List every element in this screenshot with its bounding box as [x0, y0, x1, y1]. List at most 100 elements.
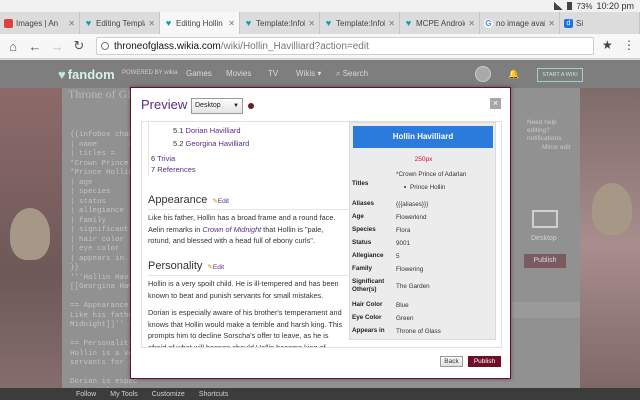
heading-text: Personality [148, 260, 203, 272]
infobox-value: Flowerkind [396, 214, 427, 221]
start-a-wiki-button[interactable]: START A WIKI [537, 68, 583, 82]
fandom-logo-text: fandom [67, 67, 115, 82]
section-edit-link[interactable]: ✎Edit [212, 198, 229, 205]
notifications-bell-icon[interactable]: 🔔 [508, 69, 519, 80]
close-tab-icon[interactable]: ✕ [148, 19, 155, 28]
user-avatar[interactable] [475, 66, 491, 82]
signal-icon [554, 2, 564, 10]
nav-games[interactable]: Games [186, 69, 212, 78]
fandom-heart-icon: ♥ [245, 17, 252, 28]
modal-title: Preview [141, 97, 188, 112]
personality-paragraph-2: Dorian is especially aware of his brothe… [148, 308, 343, 348]
close-tab-icon[interactable]: ✕ [548, 19, 555, 28]
fandom-search[interactable]: ⌕ Search [336, 69, 368, 79]
publish-button[interactable]: Publish [468, 356, 501, 367]
source-editor-textarea[interactable]: {{infobox chara | name = | titles = *Crown … [70, 131, 138, 397]
fandom-heart-icon: ♥ [58, 67, 66, 82]
info-icon[interactable] [248, 103, 254, 109]
browser-tab[interactable]: G no image availa ✕ [480, 12, 560, 34]
toc-number: 6 [151, 154, 156, 163]
infobox-value: The Garden [396, 283, 430, 290]
desktop-preview-icon[interactable] [532, 210, 558, 228]
search-icon: ⌕ [336, 69, 343, 78]
back-arrow-icon[interactable]: ← [24, 39, 46, 54]
editor-line: [[Georgina Havi [70, 283, 138, 291]
nav-tv[interactable]: TV [268, 69, 278, 78]
infobox-label: Species [352, 226, 376, 233]
toolbar-my-tools[interactable]: My Tools [110, 391, 138, 398]
toc-link[interactable]: Georgina Havilliard [186, 139, 250, 148]
close-tab-icon[interactable]: ✕ [68, 19, 75, 28]
overflow-menu-icon[interactable]: ⋮ [623, 38, 635, 52]
bookmark-star-icon[interactable]: ★ [602, 38, 613, 52]
reload-icon[interactable]: ↻ [68, 38, 90, 54]
browser-tab[interactable]: ♥ MCPE Android S ✕ [400, 12, 480, 34]
browser-tab[interactable]: ♥ Template:Infobox ✕ [320, 12, 400, 34]
personality-paragraph-1: Hollin is a very spoilt child. He is ill… [148, 279, 339, 300]
tab-title: Template:Infobox [336, 18, 385, 28]
infobox-label: Aliases [352, 200, 375, 207]
browser-tab[interactable]: Images | An ✕ [0, 12, 80, 34]
globe-icon [101, 42, 109, 50]
tab-title: MCPE Android S [416, 18, 465, 28]
toc-item[interactable]: 6 Trivia [151, 154, 175, 163]
toolbar-shortcuts[interactable]: Shortcuts [199, 391, 229, 398]
close-tab-icon[interactable]: ✕ [228, 19, 235, 28]
background-art-right [580, 88, 640, 400]
home-icon[interactable]: ⌂ [2, 39, 24, 54]
editing-help-link[interactable]: Need help editing? notifications [527, 119, 580, 143]
background-art-left [0, 88, 62, 400]
bullet-icon [404, 186, 406, 189]
infobox-value: Flowering [396, 266, 424, 273]
toolbar-customize[interactable]: Customize [152, 391, 185, 398]
infobox-value: Blue [396, 302, 409, 309]
toc-link[interactable]: Trivia [157, 154, 175, 163]
preview-content: 5.1 Dorian Havilliard 5.2 Georgina Havil… [141, 121, 502, 348]
back-button[interactable]: Back [440, 356, 463, 367]
browser-tab[interactable]: ♥ Template:Infobox ✕ [240, 12, 320, 34]
browser-toolbar: ⌂ ← → ↻ throneofglass.wikia.com/wiki/Hol… [0, 34, 640, 59]
browser-tab[interactable]: d Si [560, 12, 640, 34]
character-portrait [592, 183, 632, 235]
crown-of-midnight-link[interactable]: Crown of Midnight [202, 225, 261, 234]
google-g-icon: G [484, 18, 493, 28]
infobox-label: Appears in [352, 327, 385, 334]
close-icon[interactable]: × [490, 98, 501, 109]
url-bar[interactable]: throneofglass.wikia.com/wiki/Hollin_Havi… [96, 37, 594, 55]
tab-title: no image availa [496, 18, 545, 28]
infobox-value: Throne of Glass [396, 328, 441, 335]
infobox-value: *Crown Prince of Adarlan Prince Hollin [396, 170, 494, 192]
publish-button-background[interactable]: Publish [524, 254, 566, 268]
battery-percent: 73% [576, 1, 593, 11]
search-placeholder: Search [342, 69, 369, 78]
nav-wikis[interactable]: Wikis ▾ [296, 69, 321, 78]
fandom-heart-icon: ♥ [85, 17, 92, 28]
toc-item[interactable]: 5.1 Dorian Havilliard [173, 126, 241, 135]
android-status-bar: 73% 10:20 pm [0, 0, 640, 12]
toc-item[interactable]: 7 References [151, 165, 196, 174]
editor-line: == Personality [70, 340, 134, 348]
fandom-logo[interactable]: ♥ fandom [58, 67, 115, 82]
editor-line: servants for sm [70, 359, 138, 367]
infobox-label: Hair Color [352, 301, 383, 308]
toc-link[interactable]: Dorian Havilliard [186, 126, 241, 135]
close-tab-icon[interactable]: ✕ [468, 19, 475, 28]
toc-item[interactable]: 5.2 Georgina Havilliard [173, 139, 249, 148]
close-tab-icon[interactable]: ✕ [388, 19, 395, 28]
d-app-icon: d [564, 18, 573, 28]
toc-link[interactable]: References [157, 165, 195, 174]
nav-movies[interactable]: Movies [226, 69, 251, 78]
minor-edit-checkbox[interactable]: Minor edit [542, 144, 571, 151]
fandom-global-nav: ♥ fandom POWERED BY wikia Games Movies TV… [0, 60, 640, 88]
toolbar-follow[interactable]: Follow [76, 391, 96, 398]
browser-tab-active[interactable]: ♥ Editing Hollin Ha ✕ [160, 12, 240, 34]
section-edit-link[interactable]: ✎Edit [207, 264, 224, 271]
forward-arrow-icon[interactable]: → [46, 39, 68, 54]
skin-select[interactable]: Desktop ▼ [191, 98, 243, 114]
tab-title: Si [576, 18, 584, 28]
status-icons: 73% 10:20 pm [554, 0, 634, 12]
browser-tab[interactable]: ♥ Editing Template: ✕ [80, 12, 160, 34]
close-tab-icon[interactable]: ✕ [308, 19, 315, 28]
